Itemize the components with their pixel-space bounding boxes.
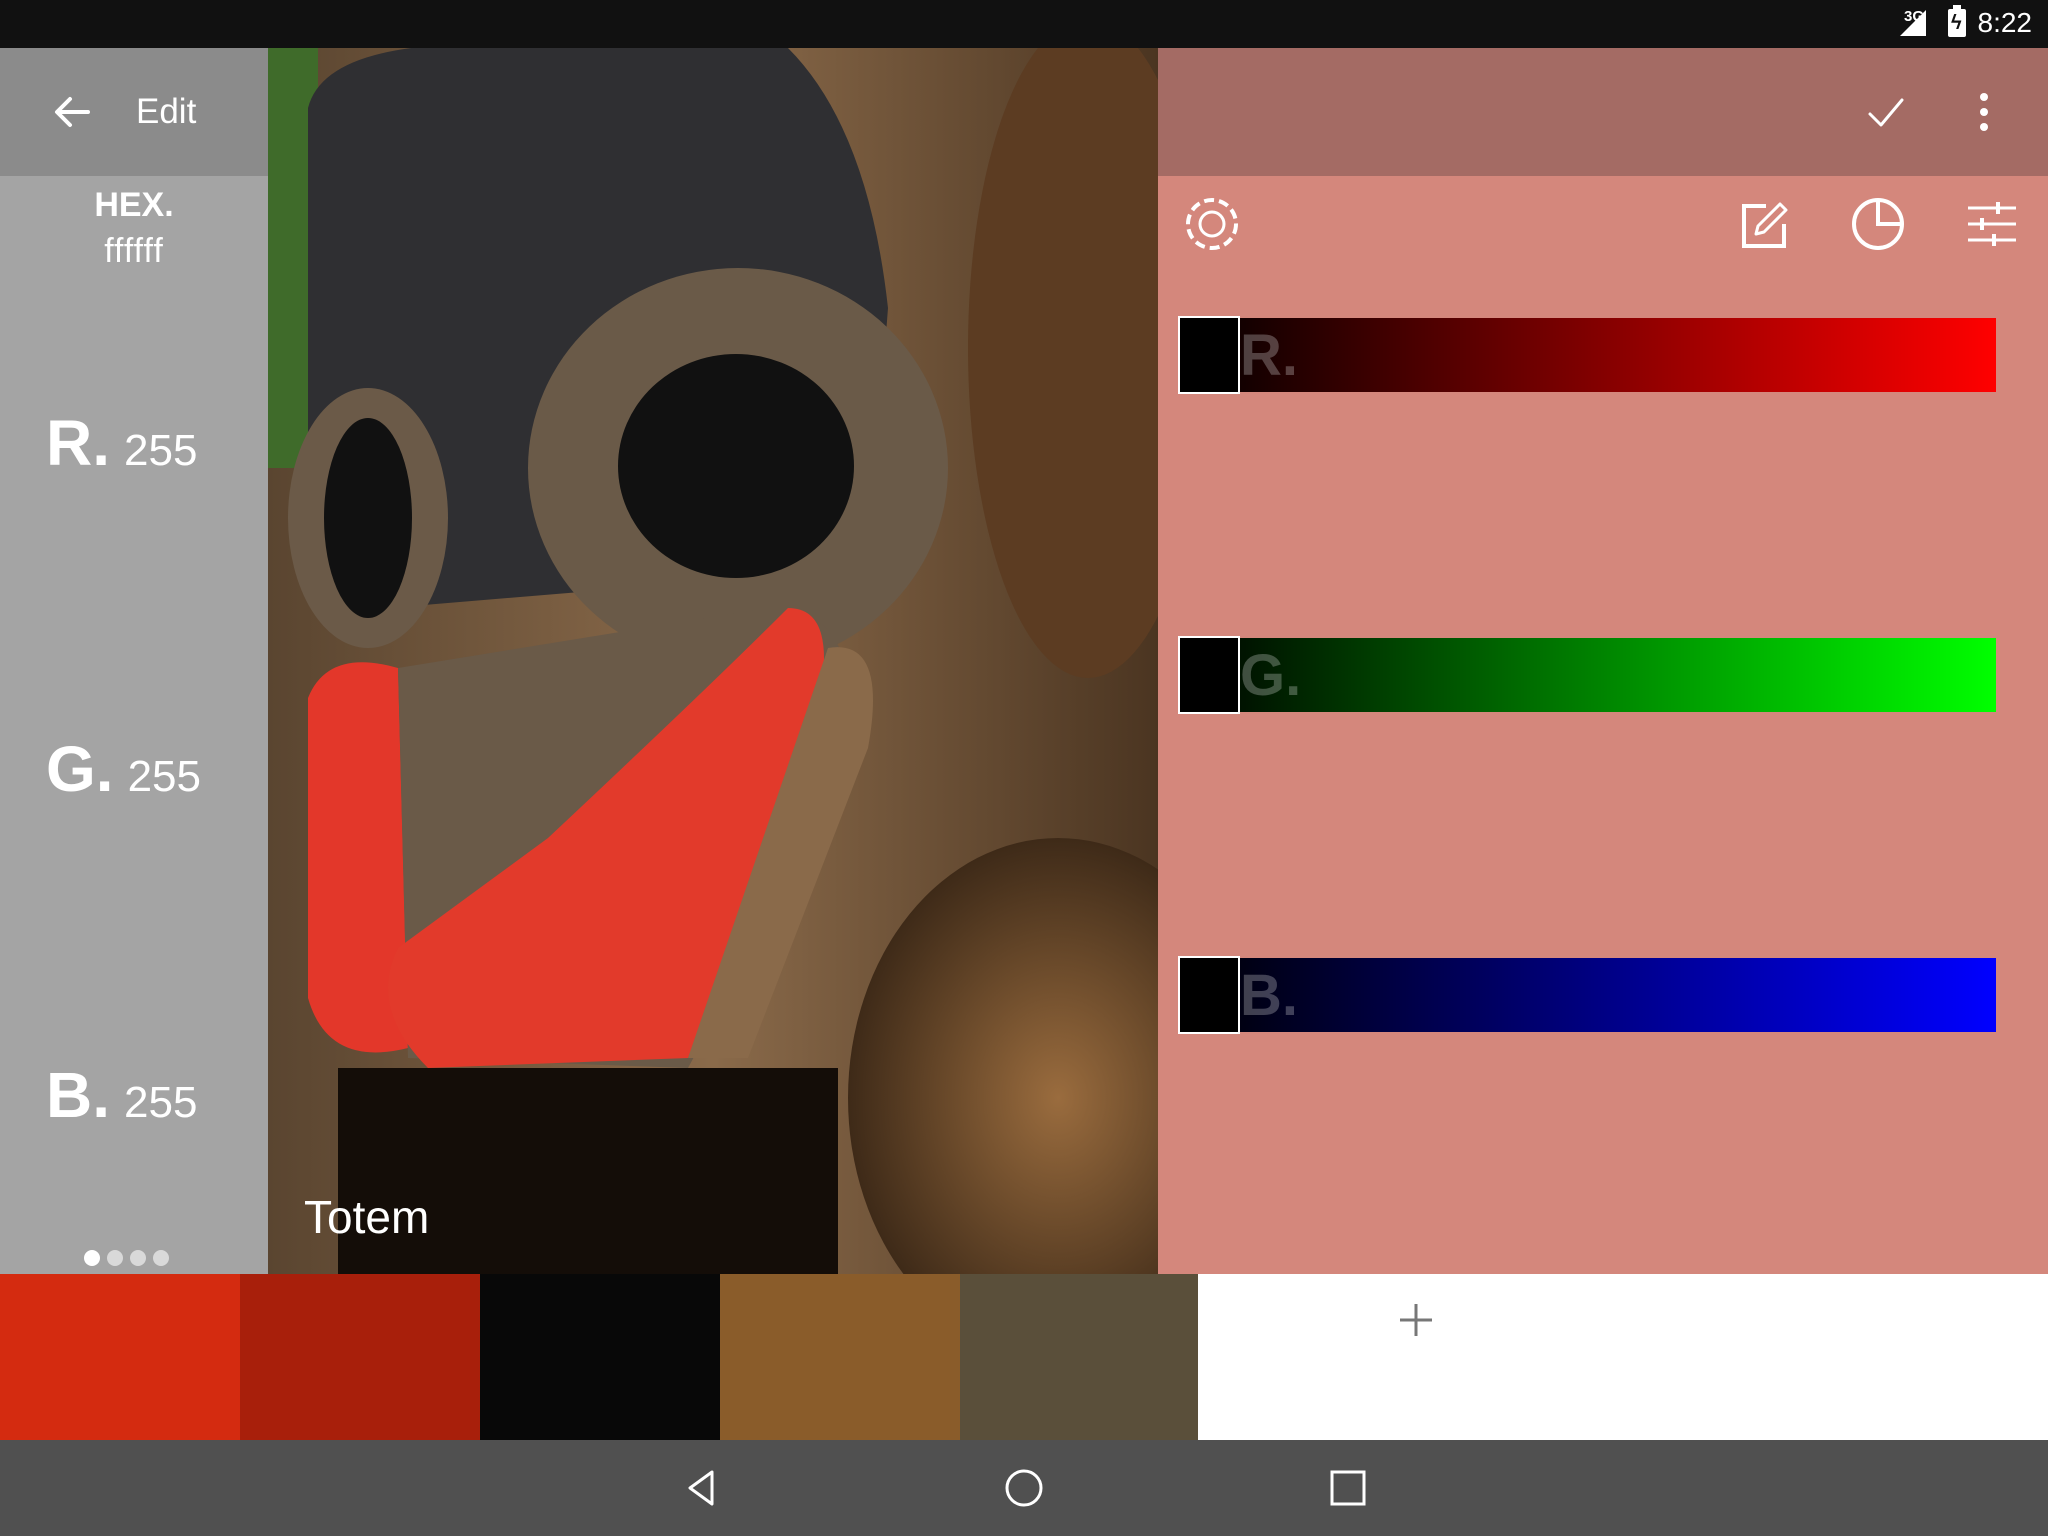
red-value: 255 xyxy=(124,426,198,475)
red-channel-value[interactable]: R. 255 xyxy=(46,406,197,480)
green-value: 255 xyxy=(127,752,201,801)
page-indicator xyxy=(84,1250,176,1271)
pie-chart-icon[interactable] xyxy=(1850,196,1906,252)
page-dot xyxy=(130,1250,146,1266)
palette-swatch[interactable] xyxy=(720,1274,960,1440)
editor-toolbar xyxy=(1158,48,2048,176)
more-vert-icon[interactable] xyxy=(1956,84,2012,140)
red-slider-track[interactable] xyxy=(1180,318,1996,392)
red-label: R. xyxy=(46,407,110,479)
palette-swatch[interactable] xyxy=(480,1274,720,1440)
toolbar-title: Edit xyxy=(136,92,197,131)
page-dot xyxy=(84,1250,100,1266)
hex-label: HEX. xyxy=(94,186,174,224)
green-channel-value[interactable]: G. 255 xyxy=(46,732,201,806)
blue-label: B. xyxy=(46,1059,110,1131)
blue-slider-handle[interactable] xyxy=(1178,956,1240,1034)
color-wheel-icon[interactable] xyxy=(1184,196,1240,252)
add-color-slot[interactable] xyxy=(1198,1274,2048,1440)
page-dot xyxy=(153,1250,169,1266)
palette-swatch[interactable] xyxy=(960,1274,1200,1440)
add-icon[interactable] xyxy=(1396,1300,1436,1340)
battery-charging-icon: ϟ xyxy=(1948,5,1966,37)
blue-slider-track[interactable] xyxy=(1180,958,1996,1032)
photo-title: Totem xyxy=(304,1191,430,1243)
green-slider-track[interactable] xyxy=(1180,638,1996,712)
red-slider-handle[interactable] xyxy=(1178,316,1240,394)
hex-value[interactable]: ffffff xyxy=(0,232,268,271)
clock: 8:22 xyxy=(1977,7,2033,38)
blue-channel-value[interactable]: B. 255 xyxy=(46,1058,197,1132)
tune-sliders-icon[interactable] xyxy=(1964,196,2020,252)
status-bar: 3G ϟ 8:22 xyxy=(0,0,2048,48)
nav-back-icon[interactable] xyxy=(680,1466,724,1510)
green-label: G. xyxy=(46,733,114,805)
check-icon[interactable] xyxy=(1858,84,1914,140)
red-slider-label: R. xyxy=(1240,323,1298,388)
blue-slider-label: B. xyxy=(1240,963,1298,1028)
palette-swatch[interactable] xyxy=(0,1274,240,1440)
green-slider-label: G. xyxy=(1240,643,1302,708)
edit-icon[interactable] xyxy=(1736,196,1792,252)
blue-value: 255 xyxy=(124,1078,198,1127)
app-toolbar xyxy=(0,48,268,176)
palette-swatch[interactable] xyxy=(240,1274,480,1440)
totem-photo[interactable] xyxy=(268,48,1158,1274)
green-slider-handle[interactable] xyxy=(1178,636,1240,714)
back-arrow-icon[interactable] xyxy=(48,88,96,136)
nav-home-icon[interactable] xyxy=(1002,1466,1046,1510)
signal-icon xyxy=(1900,10,1926,36)
page-dot xyxy=(107,1250,123,1266)
nav-recents-icon[interactable] xyxy=(1326,1466,1370,1510)
totem-image xyxy=(268,48,1158,1274)
